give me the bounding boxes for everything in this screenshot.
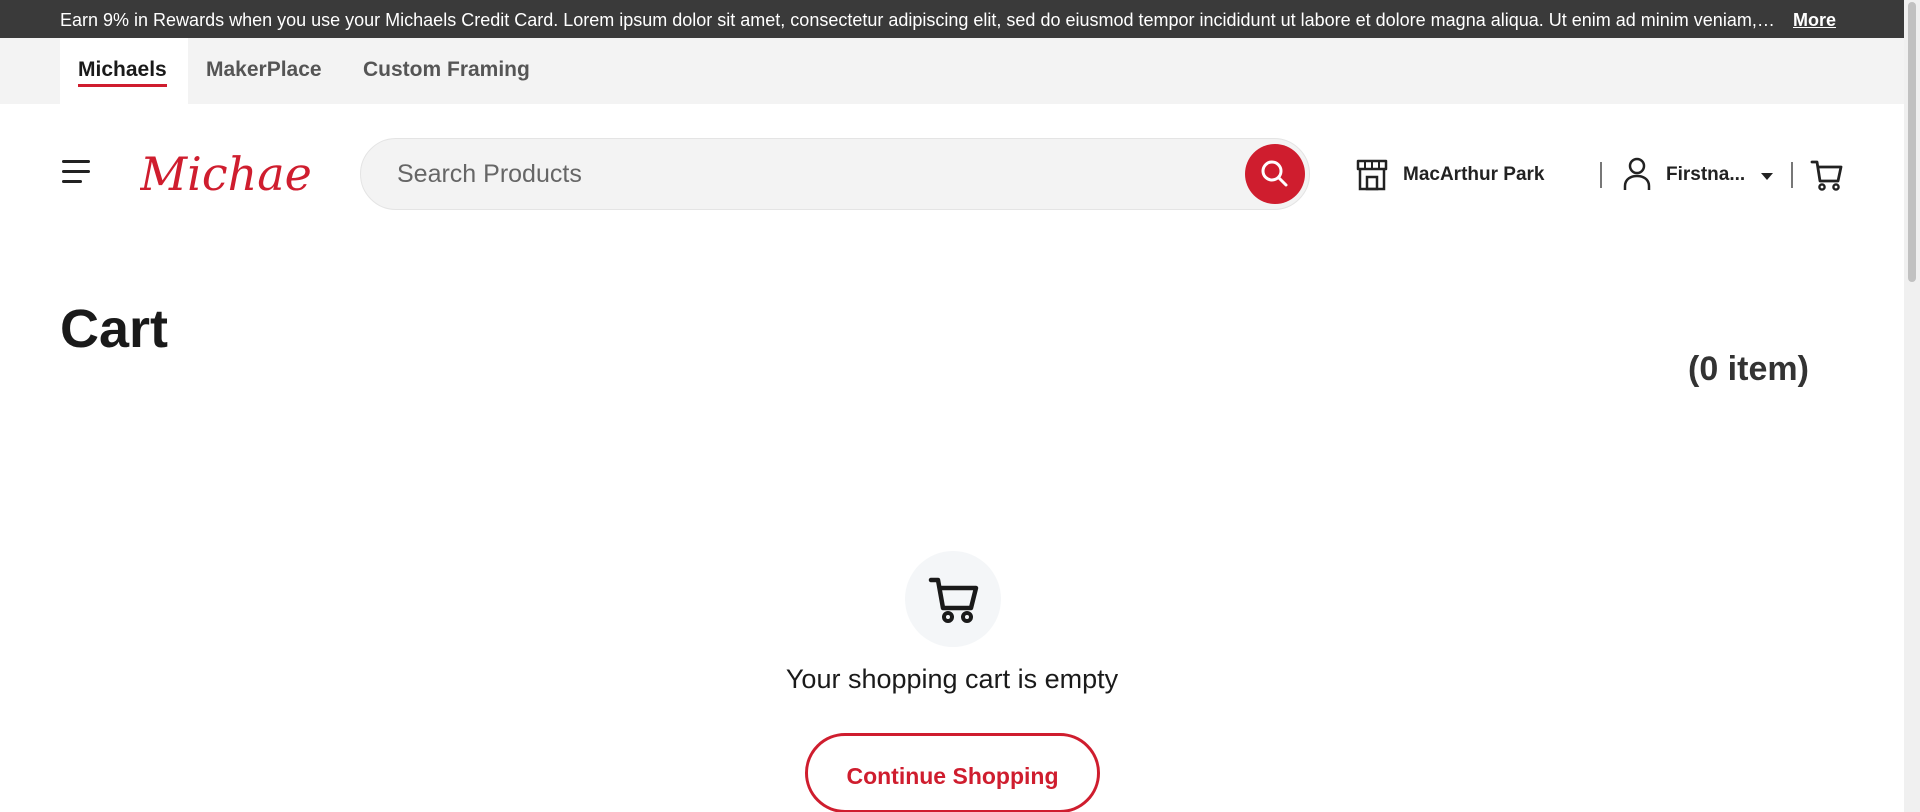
- continue-shopping-button[interactable]: Continue Shopping: [805, 733, 1100, 812]
- search-input[interactable]: [397, 139, 1237, 209]
- cart-item-count: (0 item): [1688, 350, 1809, 388]
- tab-michaels-label: Michaels: [78, 58, 167, 87]
- site-header: Michaels MacArthur Park Firstna...: [0, 104, 1904, 244]
- promo-more-link[interactable]: More: [1793, 10, 1836, 31]
- caret-down-icon: [1761, 173, 1773, 180]
- tab-makerplace-label: MakerPlace: [206, 58, 322, 81]
- tab-michaels[interactable]: Michaels: [60, 38, 188, 104]
- michaels-logo[interactable]: Michaels: [139, 144, 350, 204]
- tab-makerplace[interactable]: MakerPlace: [206, 38, 322, 104]
- store-icon: [1356, 159, 1388, 191]
- logo-text: Michaels: [140, 147, 310, 201]
- search-icon: [1261, 160, 1288, 187]
- promo-banner: Earn 9% in Rewards when you use your Mic…: [0, 0, 1904, 38]
- cart-button[interactable]: [1810, 158, 1844, 192]
- menu-icon[interactable]: [62, 160, 92, 184]
- page-title: Cart: [60, 299, 169, 359]
- cart-icon: [928, 577, 979, 623]
- cart-icon: [1810, 160, 1843, 191]
- promo-text: Earn 9% in Rewards when you use your Mic…: [60, 10, 1775, 30]
- search-button[interactable]: [1245, 144, 1305, 204]
- page-scrollbar[interactable]: [1904, 0, 1920, 812]
- header-divider: [1600, 162, 1602, 188]
- empty-cart-message: Your shopping cart is empty: [785, 664, 1119, 694]
- empty-cart-illustration: [905, 551, 1001, 647]
- account-name: Firstna...: [1666, 164, 1746, 185]
- store-selector[interactable]: MacArthur Park: [1355, 156, 1585, 196]
- user-icon: [1623, 157, 1651, 190]
- brand-tabs-bar: Michaels MakerPlace Custom Framing: [0, 38, 1904, 104]
- store-name: MacArthur Park: [1403, 164, 1545, 185]
- search-bar: [360, 138, 1310, 210]
- scrollbar-thumb[interactable]: [1908, 2, 1916, 282]
- account-menu[interactable]: Firstna...: [1620, 156, 1780, 196]
- tab-custom-framing-label: Custom Framing: [363, 58, 530, 81]
- tab-custom-framing[interactable]: Custom Framing: [363, 38, 530, 104]
- header-divider: [1791, 162, 1793, 188]
